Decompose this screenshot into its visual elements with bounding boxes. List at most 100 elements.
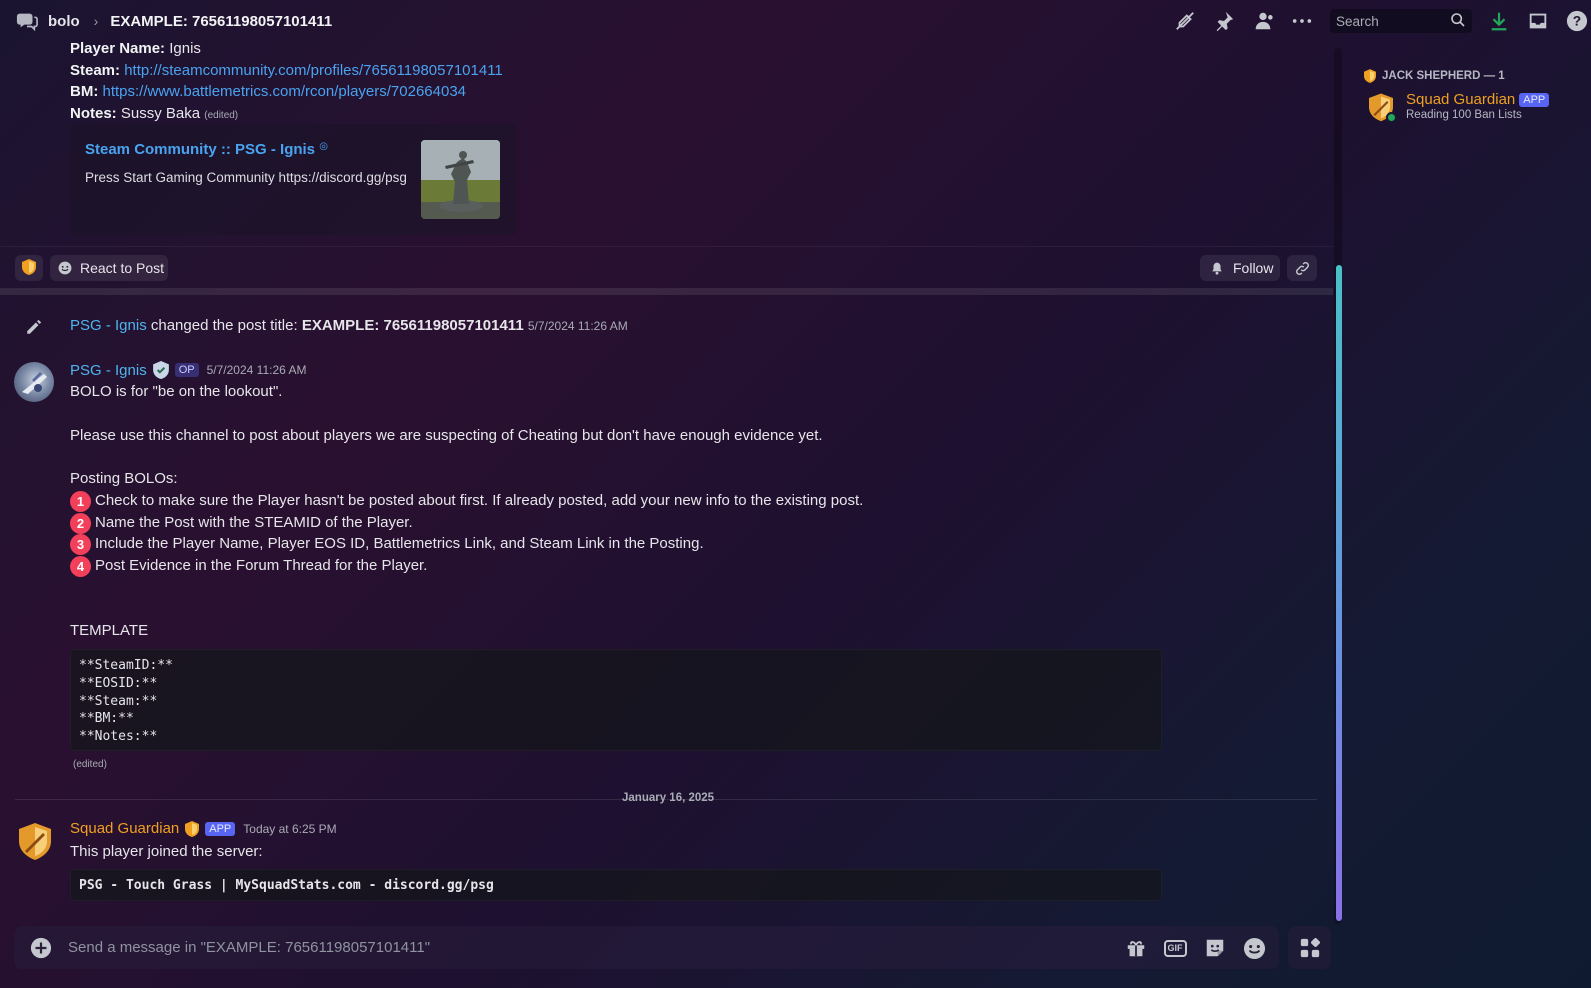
channel-name[interactable]: bolo bbox=[48, 13, 80, 30]
server-name-code: PSG - Touch Grass | MySquadStats.com - d… bbox=[79, 878, 494, 893]
app-badge: APP bbox=[205, 821, 236, 836]
message-line: This player joined the server: bbox=[70, 843, 263, 860]
battlemetrics-link[interactable]: https://www.battlemetrics.com/rcon/playe… bbox=[103, 83, 467, 100]
player-name-line: Player Name: Ignis bbox=[70, 42, 503, 60]
sticker-icon[interactable] bbox=[1203, 936, 1227, 960]
link-icon bbox=[1295, 261, 1310, 276]
app-badge: APP bbox=[1519, 92, 1550, 107]
step-item: 1 Check to make sure the Player hasn't be… bbox=[70, 490, 863, 512]
link-embed: Steam Community :: PSG - Ignis ◎ Press S… bbox=[70, 124, 516, 235]
code-line: **EOSID:** bbox=[79, 675, 158, 691]
react-to-post-button[interactable]: React to Post bbox=[50, 255, 168, 281]
step-text: Post Evidence in the Forum Thread for th… bbox=[95, 557, 428, 574]
emoji-smile-icon bbox=[58, 261, 72, 275]
embed-title[interactable]: Steam Community :: PSG - Ignis ◎ bbox=[85, 141, 328, 158]
message-header: Squad Guardian APP Today at 6:25 PM bbox=[70, 820, 337, 837]
gif-icon[interactable]: GIF bbox=[1163, 936, 1187, 960]
help-icon[interactable]: ? bbox=[1565, 9, 1589, 33]
step-text: Include the Player Name, Player EOS ID, … bbox=[95, 535, 704, 552]
step-item: 4 Post Evidence in the Forum Thread for t… bbox=[70, 555, 427, 577]
notification-settings-icon[interactable] bbox=[1173, 9, 1197, 33]
apps-button[interactable] bbox=[1288, 926, 1331, 969]
search-placeholder: Search bbox=[1336, 13, 1379, 29]
message-header: PSG - Ignis OP 5/7/2024 11:26 AM bbox=[70, 361, 306, 379]
more-options-icon[interactable] bbox=[1290, 9, 1314, 33]
emoji-icon[interactable] bbox=[1242, 936, 1266, 960]
breadcrumb-chevron-icon: › bbox=[93, 13, 99, 29]
bot-avatar[interactable] bbox=[15, 821, 55, 861]
message-input[interactable] bbox=[68, 926, 1108, 969]
pin-icon[interactable] bbox=[1212, 9, 1236, 33]
template-label: TEMPLATE bbox=[70, 622, 149, 639]
chat-area: Player Name: Ignis Steam: http://steamco… bbox=[0, 42, 1333, 922]
steam-link[interactable]: http://steamcommunity.com/profiles/76561… bbox=[124, 62, 503, 79]
number-two-icon: 2 bbox=[70, 512, 91, 534]
title-change-message: PSG - Ignis changed the post title: EXAM… bbox=[70, 317, 628, 334]
notes-label: Notes: bbox=[70, 105, 117, 123]
top-bar: bolo › EXAMPLE: 76561198057101411 Search bbox=[0, 0, 1591, 42]
avatar[interactable] bbox=[14, 362, 54, 402]
search-input[interactable]: Search bbox=[1330, 9, 1472, 33]
player-name-label: Player Name: bbox=[70, 42, 166, 57]
server-code-block: PSG - Touch Grass | MySquadStats.com - d… bbox=[70, 869, 1162, 901]
shield-badge-icon bbox=[185, 820, 200, 837]
date-divider-label: January 16, 2025 bbox=[622, 792, 715, 804]
member-list: JACK SHEPHERD — 1 Squad Guardian APP Rea… bbox=[1350, 42, 1591, 988]
code-line: **BM:** bbox=[79, 711, 134, 727]
copy-link-button[interactable] bbox=[1287, 255, 1317, 281]
follow-button[interactable]: Follow bbox=[1200, 255, 1280, 281]
steam-label: Steam: bbox=[70, 61, 121, 79]
steam-logo-icon: ◎ bbox=[319, 141, 328, 152]
online-status-icon bbox=[1386, 112, 1397, 123]
member-avatar[interactable] bbox=[1366, 91, 1397, 123]
member-list-icon[interactable] bbox=[1251, 9, 1275, 33]
thread-title: EXAMPLE: 76561198057101411 bbox=[110, 12, 333, 30]
edited-tag: (edited) bbox=[204, 110, 239, 122]
bm-line: BM: https://www.battlemetrics.com/rcon/p… bbox=[70, 81, 503, 103]
role-shield-icon bbox=[1364, 69, 1376, 83]
svg-text:?: ? bbox=[1573, 14, 1581, 29]
number-three-icon: 3 bbox=[70, 533, 91, 555]
apps-icon bbox=[1299, 937, 1321, 959]
gift-icon[interactable] bbox=[1124, 936, 1148, 960]
op-post-body: Player Name: Ignis Steam: http://steamco… bbox=[70, 42, 503, 127]
message-author[interactable]: PSG - Ignis bbox=[70, 362, 147, 379]
code-line: **SteamID:** bbox=[79, 658, 173, 673]
notes-value: Sussy Baka bbox=[120, 105, 201, 123]
member-group-label: JACK SHEPHERD — 1 bbox=[1382, 70, 1505, 82]
message-line: BOLO is for "be on the lookout". bbox=[70, 383, 283, 400]
member-name: Squad Guardian bbox=[1406, 91, 1516, 108]
add-attachment-icon[interactable] bbox=[29, 936, 53, 960]
search-icon bbox=[1450, 12, 1466, 31]
message-composer: GIF bbox=[14, 926, 1279, 969]
react-label: React to Post bbox=[80, 260, 165, 276]
inbox-icon[interactable] bbox=[1526, 9, 1550, 33]
download-icon[interactable] bbox=[1487, 9, 1511, 33]
chat-scrollbar-thumb[interactable] bbox=[1336, 265, 1342, 921]
member-group-header: JACK SHEPHERD — 1 bbox=[1364, 69, 1505, 83]
code-line: **Steam:** bbox=[79, 693, 158, 709]
number-four-icon: 4 bbox=[70, 555, 91, 577]
topbar-actions: Search ? bbox=[1158, 0, 1591, 42]
message-timestamp: Today at 6:25 PM bbox=[243, 821, 337, 836]
message-author[interactable]: Squad Guardian bbox=[70, 820, 179, 837]
post-reaction-bar: React to Post Follow bbox=[0, 246, 1333, 291]
message-line: Posting BOLOs: bbox=[70, 470, 178, 487]
player-name-value: Ignis bbox=[169, 42, 201, 57]
verified-shield-icon bbox=[152, 361, 169, 379]
bm-label: BM: bbox=[70, 83, 99, 101]
step-item: 2 Name the Post with the STEAMID of the P… bbox=[70, 512, 413, 534]
embed-thumbnail[interactable] bbox=[421, 140, 500, 219]
system-text: changed the post title: bbox=[150, 317, 298, 334]
step-text: Check to make sure the Player hasn't be … bbox=[95, 492, 864, 509]
member-item-squad-guardian[interactable]: Squad Guardian APP bbox=[1406, 91, 1550, 108]
step-item: 3 Include the Player Name, Player EOS ID,… bbox=[70, 533, 704, 555]
number-one-icon: 1 bbox=[70, 490, 91, 512]
system-new-title: EXAMPLE: 76561198057101411 bbox=[301, 317, 524, 334]
forum-channel-icon bbox=[16, 10, 38, 32]
steam-line: Steam: http://steamcommunity.com/profile… bbox=[70, 60, 503, 82]
shield-emoji-icon bbox=[22, 258, 36, 278]
system-author[interactable]: PSG - Ignis bbox=[70, 317, 147, 334]
reaction-shield[interactable] bbox=[15, 255, 43, 281]
post-divider bbox=[0, 288, 1333, 295]
